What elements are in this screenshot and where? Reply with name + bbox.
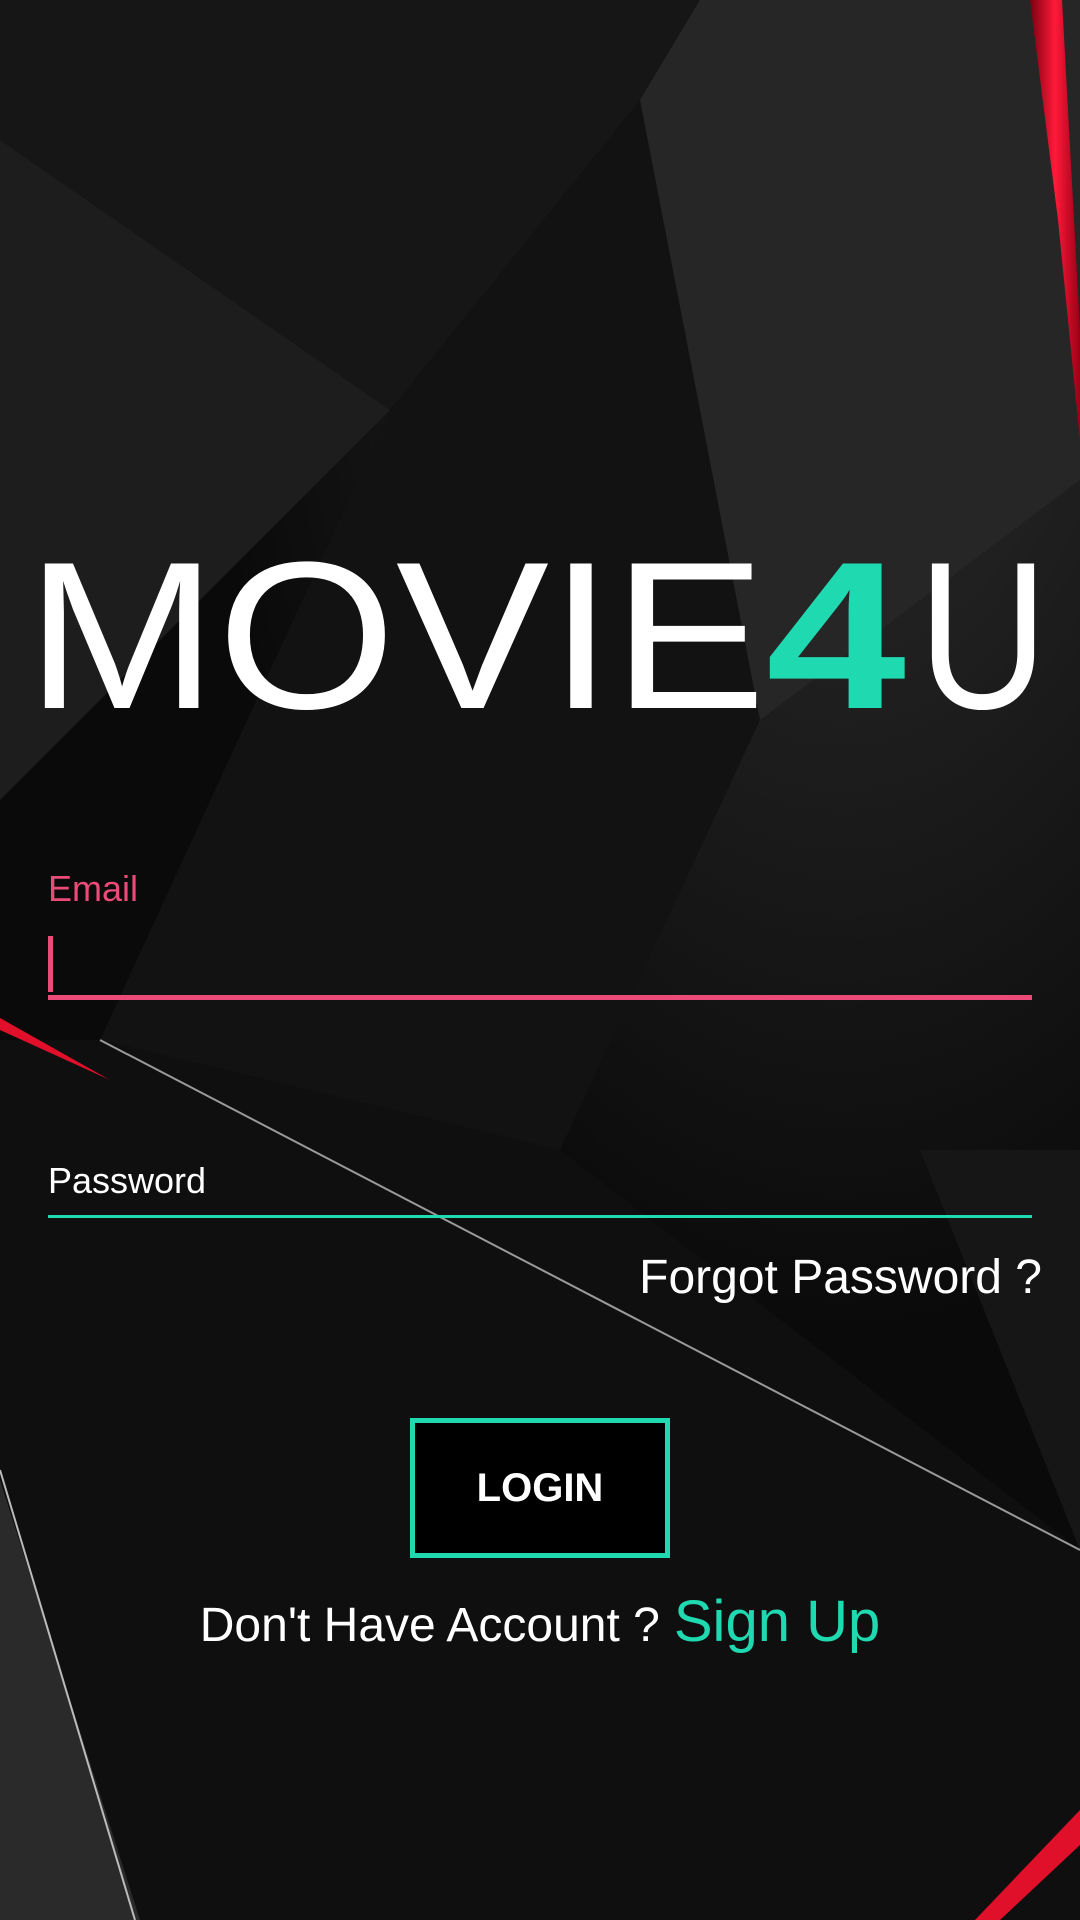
- signup-link[interactable]: Sign Up: [674, 1589, 880, 1654]
- email-input[interactable]: [48, 930, 1032, 1000]
- email-label: Email: [48, 868, 139, 909]
- signup-row: Don't Have Account ? Sign Up: [0, 1588, 1080, 1655]
- login-button[interactable]: LOGIN: [410, 1418, 670, 1558]
- login-screen: MOVIE 4 U Email Password Forgot Password…: [0, 0, 1080, 1920]
- password-label: Password: [48, 1160, 207, 1201]
- logo-accent-text: 4: [766, 520, 906, 720]
- signup-prompt: Don't Have Account ?: [199, 1599, 660, 1652]
- forgot-password-link[interactable]: Forgot Password ?: [639, 1250, 1042, 1305]
- movie4u-logo: MOVIE 4 U: [26, 520, 1048, 720]
- text-cursor: [48, 936, 53, 992]
- logo-primary-text: MOVIE: [26, 520, 766, 720]
- logo-suffix-text: U: [918, 520, 1048, 720]
